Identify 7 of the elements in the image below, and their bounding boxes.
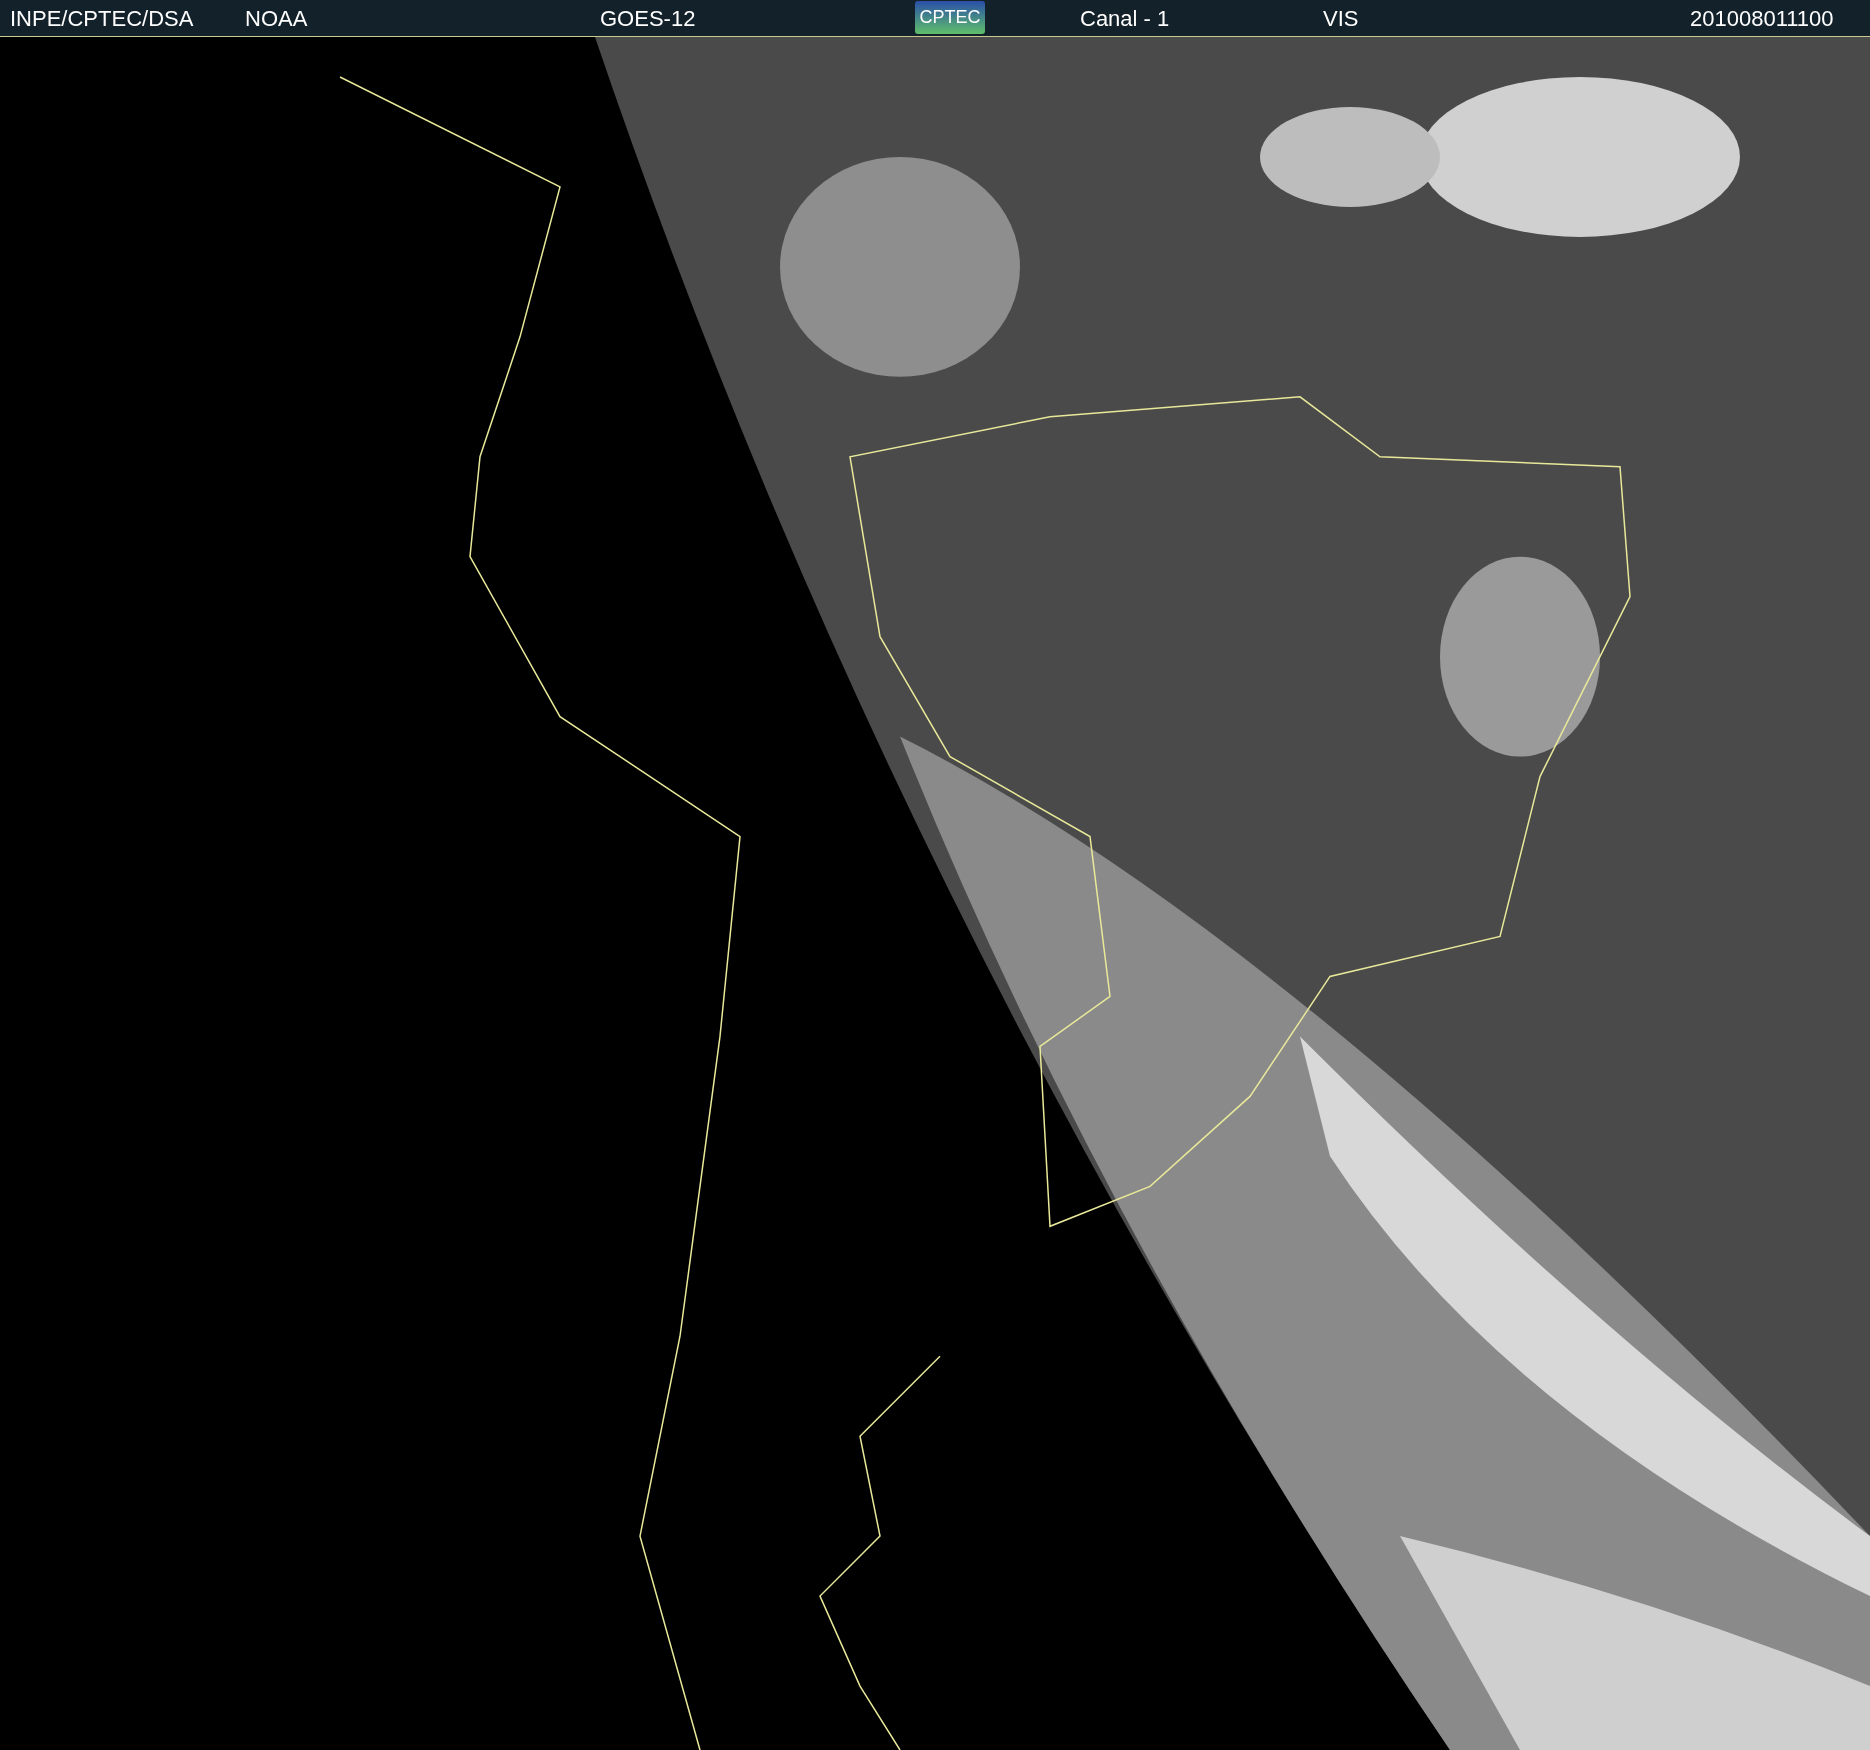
- source-label: INPE/CPTEC/DSA: [10, 6, 194, 32]
- channel-label: Canal - 1: [1080, 6, 1170, 32]
- logo: CPTEC: [915, 1, 985, 34]
- band-label: VIS: [1323, 6, 1359, 32]
- agency-label: NOAA: [245, 6, 308, 32]
- timestamp-label: 201008011100: [1690, 6, 1834, 32]
- satellite-label: GOES-12: [600, 6, 696, 32]
